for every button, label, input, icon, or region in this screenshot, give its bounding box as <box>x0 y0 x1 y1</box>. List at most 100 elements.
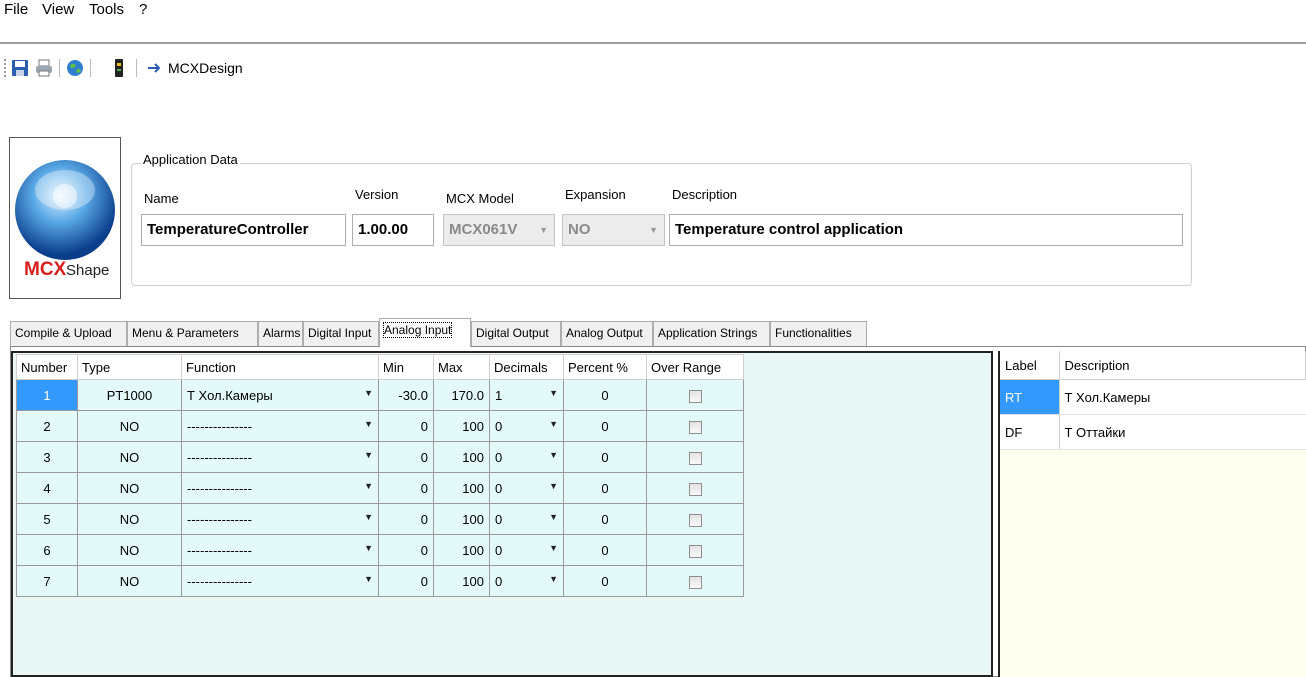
cell-function-select[interactable]: Т Хол.Камеры ▼ <box>181 379 379 411</box>
chevron-down-icon[interactable]: ▼ <box>364 574 373 584</box>
menu-help[interactable]: ? <box>139 0 147 20</box>
cell-percent[interactable]: 0 <box>563 565 647 597</box>
cell-min[interactable]: -30.0 <box>378 379 434 411</box>
chevron-down-icon[interactable]: ▼ <box>364 512 373 522</box>
tab-analog-output[interactable]: Analog Output <box>561 321 653 346</box>
cell-function-select[interactable]: --------------- ▼ <box>181 534 379 566</box>
cell-type[interactable]: NO <box>77 565 182 597</box>
chevron-down-icon[interactable]: ▼ <box>549 419 558 429</box>
cell-type[interactable]: NO <box>77 410 182 442</box>
header-description[interactable]: Description <box>1059 351 1306 380</box>
cell-min[interactable]: 0 <box>378 472 434 504</box>
cell-percent[interactable]: 0 <box>563 410 647 442</box>
cell-min[interactable]: 0 <box>378 534 434 566</box>
cell-type[interactable]: NO <box>77 503 182 535</box>
cell-number[interactable]: 4 <box>16 472 78 504</box>
header-function[interactable]: Function <box>181 354 379 380</box>
chevron-down-icon[interactable]: ▼ <box>549 574 558 584</box>
cell-decimals-select[interactable]: 0 ▼ <box>489 503 564 535</box>
save-icon[interactable] <box>11 59 29 77</box>
cell-function-select[interactable]: --------------- ▼ <box>181 441 379 473</box>
chevron-down-icon[interactable]: ▼ <box>549 512 558 522</box>
chevron-down-icon[interactable]: ▼ <box>364 450 373 460</box>
chevron-down-icon[interactable]: ▼ <box>364 543 373 553</box>
cell-min[interactable]: 0 <box>378 565 434 597</box>
over-range-checkbox[interactable] <box>688 451 702 465</box>
tab-analog-input[interactable]: Analog Input <box>379 318 471 347</box>
header-percent[interactable]: Percent % <box>563 354 647 380</box>
over-range-checkbox[interactable] <box>688 513 702 527</box>
tab-compile-upload[interactable]: Compile & Upload <box>10 321 127 346</box>
list-item[interactable]: RT Т Хол.Камеры <box>1000 379 1306 415</box>
chevron-down-icon[interactable]: ▼ <box>549 388 558 398</box>
chevron-down-icon[interactable]: ▼ <box>549 543 558 553</box>
cell-decimals-select[interactable]: 0 ▼ <box>489 441 564 473</box>
header-over-range[interactable]: Over Range <box>646 354 744 380</box>
cell-max[interactable]: 100 <box>433 441 490 473</box>
globe-icon[interactable] <box>66 59 84 77</box>
cell-function-select[interactable]: --------------- ▼ <box>181 503 379 535</box>
tab-digital-output[interactable]: Digital Output <box>471 321 561 346</box>
label-cell[interactable]: DF <box>1000 414 1060 450</box>
tab-application-strings[interactable]: Application Strings <box>653 321 770 346</box>
table-row[interactable]: 6 NO --------------- ▼ 0 100 0 ▼ 0 <box>16 534 744 566</box>
cell-percent[interactable]: 0 <box>563 379 647 411</box>
cell-decimals-select[interactable]: 0 ▼ <box>489 472 564 504</box>
chevron-down-icon[interactable]: ▼ <box>549 481 558 491</box>
name-field[interactable]: TemperatureController <box>141 214 346 246</box>
cell-decimals-select[interactable]: 0 ▼ <box>489 534 564 566</box>
cell-number[interactable]: 5 <box>16 503 78 535</box>
mcx-model-select[interactable]: MCX061V ▼ <box>443 214 555 246</box>
table-row[interactable]: 5 NO --------------- ▼ 0 100 0 ▼ 0 <box>16 503 744 535</box>
menu-file[interactable]: File <box>4 0 28 20</box>
cell-percent[interactable]: 0 <box>563 472 647 504</box>
table-row[interactable]: 4 NO --------------- ▼ 0 100 0 ▼ 0 <box>16 472 744 504</box>
cell-max[interactable]: 100 <box>433 472 490 504</box>
cell-type[interactable]: PT1000 <box>77 379 182 411</box>
cell-decimals-select[interactable]: 1 ▼ <box>489 379 564 411</box>
description-cell[interactable]: Т Оттайки <box>1059 414 1306 450</box>
chevron-down-icon[interactable]: ▼ <box>364 419 373 429</box>
cell-decimals-select[interactable]: 0 ▼ <box>489 410 564 442</box>
cell-number[interactable]: 7 <box>16 565 78 597</box>
description-field[interactable]: Temperature control application <box>669 214 1183 246</box>
table-row[interactable]: 3 NO --------------- ▼ 0 100 0 ▼ 0 <box>16 441 744 473</box>
cell-number[interactable]: 2 <box>16 410 78 442</box>
cell-number[interactable]: 6 <box>16 534 78 566</box>
cell-min[interactable]: 0 <box>378 410 434 442</box>
list-item[interactable]: DF Т Оттайки <box>1000 414 1306 450</box>
header-number[interactable]: Number <box>16 354 78 380</box>
toolbar-grip[interactable] <box>4 59 6 77</box>
cell-min[interactable]: 0 <box>378 503 434 535</box>
version-field[interactable]: 1.00.00 <box>352 214 434 246</box>
tab-alarms[interactable]: Alarms <box>258 321 303 346</box>
header-decimals[interactable]: Decimals <box>489 354 564 380</box>
description-cell[interactable]: Т Хол.Камеры <box>1059 379 1306 415</box>
cell-type[interactable]: NO <box>77 534 182 566</box>
cell-number[interactable]: 3 <box>16 441 78 473</box>
table-row[interactable]: 2 NO --------------- ▼ 0 100 0 ▼ 0 <box>16 410 744 442</box>
cell-function-select[interactable]: --------------- ▼ <box>181 565 379 597</box>
chevron-down-icon[interactable]: ▼ <box>364 388 373 398</box>
cell-percent[interactable]: 0 <box>563 441 647 473</box>
cell-number[interactable]: 1 <box>16 379 78 411</box>
expansion-select[interactable]: NO ▼ <box>562 214 665 246</box>
over-range-checkbox[interactable] <box>688 544 702 558</box>
over-range-checkbox[interactable] <box>688 389 702 403</box>
table-row[interactable]: 1 PT1000 Т Хол.Камеры ▼ -30.0 170.0 1 ▼ 0 <box>16 379 744 411</box>
tab-digital-input[interactable]: Digital Input <box>303 321 379 346</box>
label-cell[interactable]: RT <box>1000 379 1060 415</box>
menu-view[interactable]: View <box>42 0 74 20</box>
cell-max[interactable]: 170.0 <box>433 379 490 411</box>
cell-max[interactable]: 100 <box>433 503 490 535</box>
tab-menu-parameters[interactable]: Menu & Parameters <box>127 321 258 346</box>
cell-type[interactable]: NO <box>77 441 182 473</box>
cell-type[interactable]: NO <box>77 472 182 504</box>
cell-decimals-select[interactable]: 0 ▼ <box>489 565 564 597</box>
cell-max[interactable]: 100 <box>433 410 490 442</box>
cell-max[interactable]: 100 <box>433 565 490 597</box>
over-range-checkbox[interactable] <box>688 575 702 589</box>
header-min[interactable]: Min <box>378 354 434 380</box>
over-range-checkbox[interactable] <box>688 420 702 434</box>
cell-percent[interactable]: 0 <box>563 534 647 566</box>
